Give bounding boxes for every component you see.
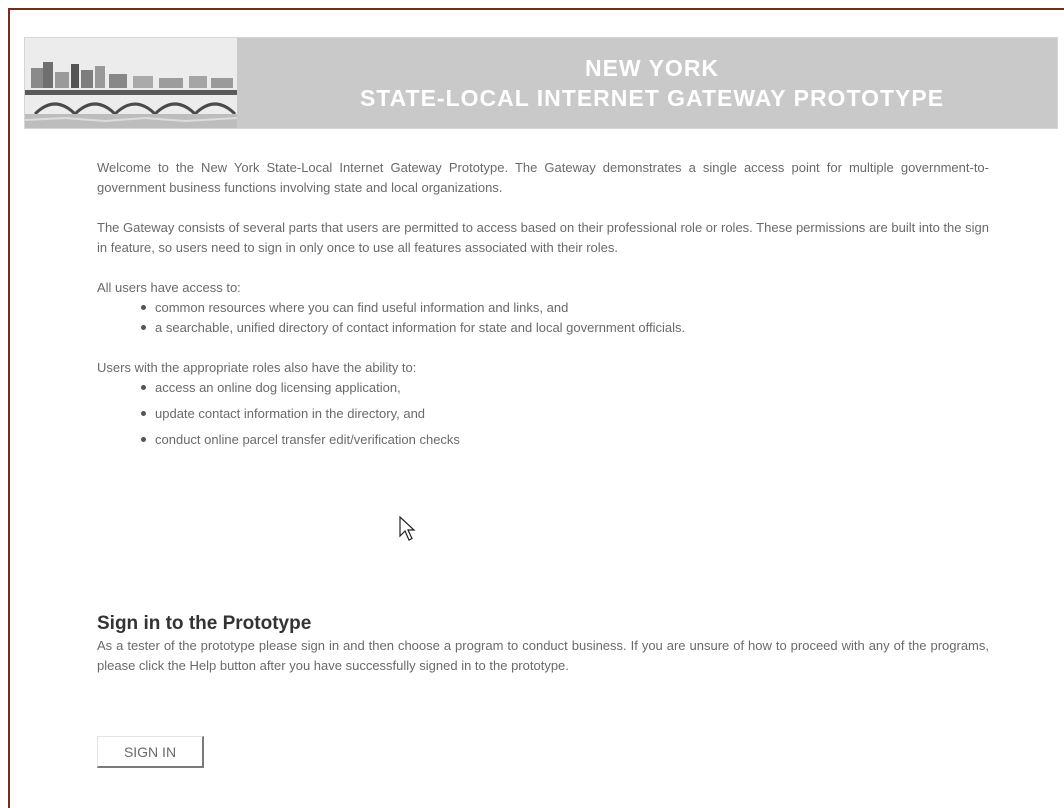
list-item: access an online dog licensing applicati… [137, 378, 989, 398]
banner-title-line1: NEW YORK [584, 55, 720, 81]
list-item: common resources where you can find usef… [137, 298, 989, 318]
mouse-pointer-icon [399, 515, 417, 549]
list-item: conduct online parcel transfer edit/veri… [137, 430, 989, 450]
role-users-intro: Users with the appropriate roles also ha… [97, 360, 417, 375]
signin-section: Sign in to the Prototype As a tester of … [97, 612, 989, 676]
all-users-list: common resources where you can find usef… [97, 298, 989, 338]
banner-title: NEW YORK STATE-LOCAL INTERNET GATEWAY PR… [237, 38, 1057, 128]
all-users-intro: All users have access to: [97, 280, 241, 295]
intro-paragraph-1: Welcome to the New York State-Local Inte… [97, 160, 989, 195]
banner-title-line2: STATE-LOCAL INTERNET GATEWAY PROTOTYPE [359, 85, 945, 111]
list-item: update contact information in the direct… [137, 404, 989, 424]
bridge-photo-icon [25, 38, 237, 128]
sign-in-button[interactable]: SIGN IN [97, 736, 204, 768]
list-item: a searchable, unified directory of conta… [137, 318, 989, 338]
signin-heading: Sign in to the Prototype [97, 613, 312, 634]
main-content: Welcome to the New York State-Local Inte… [97, 158, 989, 470]
intro-paragraph-2: The Gateway consists of several parts th… [97, 220, 989, 255]
header-banner: NEW YORK STATE-LOCAL INTERNET GATEWAY PR… [24, 37, 1058, 129]
signin-instructions: As a tester of the prototype please sign… [97, 638, 989, 673]
role-users-list: access an online dog licensing applicati… [97, 378, 989, 450]
